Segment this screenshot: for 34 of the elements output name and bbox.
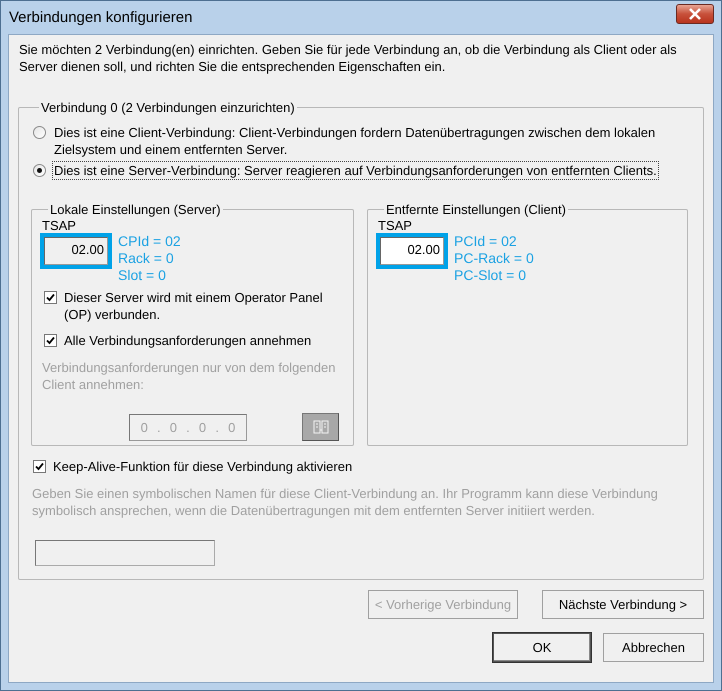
checkbox[interactable] xyxy=(33,460,46,473)
group-title: Entfernte Einstellungen (Client) xyxy=(385,202,567,217)
annotation-text: PC-Rack = 0 xyxy=(454,250,534,267)
tsap-field[interactable]: 02.00 xyxy=(380,237,444,265)
dialog-button[interactable]: Abbrechen xyxy=(603,633,704,662)
checkbox[interactable] xyxy=(44,291,57,304)
checkbox-label: Dieser Server wird mit einem Operator Panel (OP) verbunden. xyxy=(64,289,324,323)
intro-text: Sie möchten 2 Verbindung(en) einrichten. Geben Sie für jede Verbindung an, ob die Verbindung als Client oder als Server dienen soll, und richten Sie die entsprechenden Eigenschaften ein. xyxy=(19,41,678,75)
tsap-label: TSAP xyxy=(42,219,77,233)
annotation-text: PCId = 02 xyxy=(454,233,518,250)
checkbox[interactable] xyxy=(44,334,57,347)
annotation-text: CPId = 02 xyxy=(118,233,181,250)
annotation-text: PC-Slot = 0 xyxy=(454,267,527,284)
group-title: Verbindung 0 (2 Verbindungen einzurichten) xyxy=(40,100,296,115)
client-hint-text: Verbindungsanforderungen nur von dem folgenden Client annehmen: xyxy=(42,359,336,393)
checkbox-label: Alle Verbindungsanforderungen annehmen xyxy=(64,332,312,349)
radio-label: Dies ist eine Client-Verbindung: Client-Verbindungen fordern Datenübertragungen zwischen dem lokalen Zielsystem und einem entfernten Server. xyxy=(53,124,656,159)
close-button[interactable] xyxy=(676,4,714,24)
radio-button[interactable] xyxy=(33,164,46,177)
close-icon xyxy=(688,8,702,20)
symbolic-name-hint: Geben Sie einen symbolischen Namen für diese Client-Verbindung an. Ihr Programm kann diese Verbindung symbolisch ansprechen, wenn die Datenübertragungen mit dem entfernten Server initiiert werden. xyxy=(32,485,659,519)
annotation-text: Rack = 0 xyxy=(118,250,175,267)
navigation-button[interactable]: Nächste Verbindung > xyxy=(542,590,704,619)
network-icon xyxy=(312,420,328,434)
radio-button[interactable] xyxy=(33,126,46,139)
symbolic-name-field[interactable] xyxy=(35,540,215,566)
annotation-text: Slot = 0 xyxy=(118,267,167,284)
dialog-button[interactable]: OK xyxy=(493,633,591,662)
checkbox-label: Keep-Alive-Funktion für diese Verbindung aktivieren xyxy=(53,458,352,475)
group-title: Lokale Einstellungen (Server) xyxy=(49,202,222,217)
window-title: Verbindungen konfigurieren xyxy=(9,9,192,26)
network-browse-button[interactable] xyxy=(302,413,339,441)
radio-label: Dies ist eine Server-Verbindung: Server reagieren auf Verbindungsanforderungen von entfernten Clients. xyxy=(52,161,659,180)
tsap-label: TSAP xyxy=(378,219,413,233)
